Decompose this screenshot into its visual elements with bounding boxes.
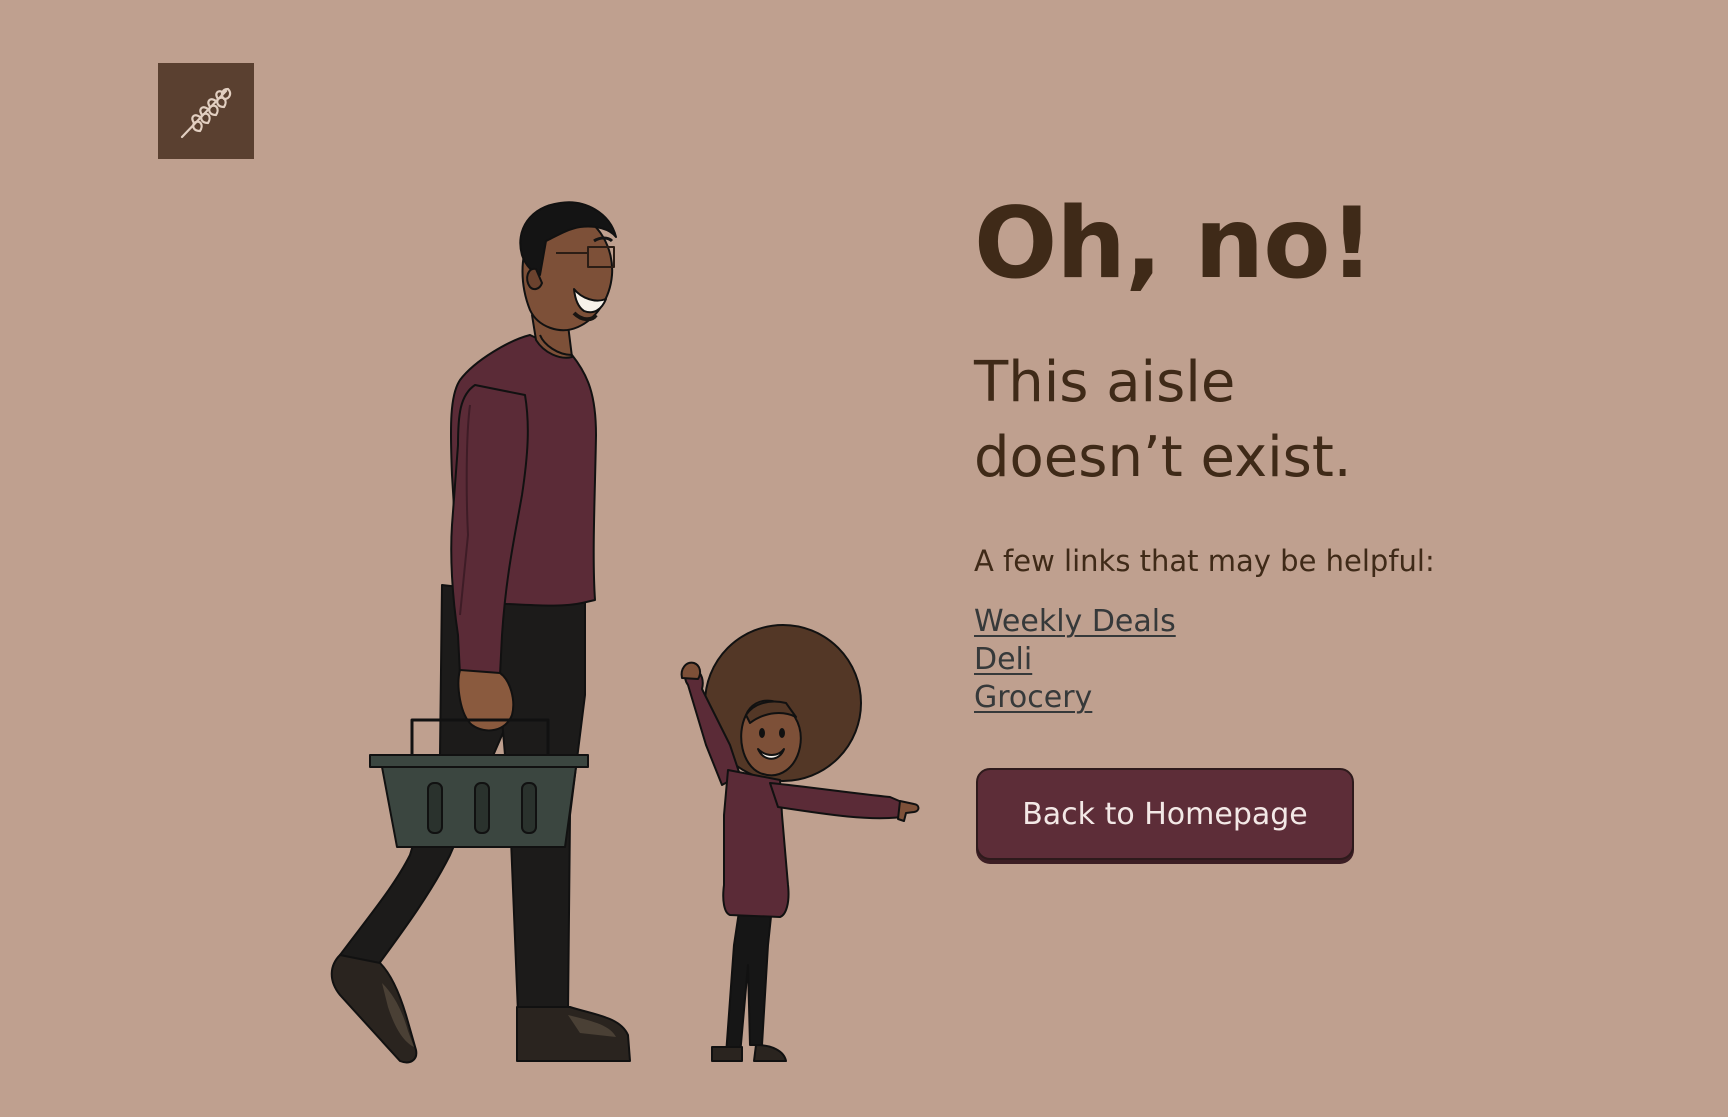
home-logo[interactable] (158, 63, 254, 159)
error-subhead: This aisle doesn’t exist. (974, 345, 1534, 495)
link-grocery[interactable]: Grocery (974, 679, 1092, 717)
error-headline: Oh, no! (974, 187, 1374, 301)
man-figure (330, 201, 631, 1064)
back-to-homepage-button[interactable]: Back to Homepage (976, 768, 1354, 860)
subhead-line: This aisle (974, 350, 1236, 415)
helpful-links: Weekly Deals Deli Grocery (974, 603, 1534, 717)
shopping-illustration (330, 201, 920, 1064)
helper-text: A few links that may be helpful: (974, 544, 1435, 578)
link-weekly-deals[interactable]: Weekly Deals (974, 603, 1176, 641)
wheat-icon (180, 87, 232, 139)
child-figure (680, 624, 920, 1062)
link-deli[interactable]: Deli (974, 641, 1032, 679)
error-content: Oh, no! This aisle doesn’t exist. A few … (974, 185, 1534, 860)
subhead-line: doesn’t exist. (974, 425, 1352, 490)
